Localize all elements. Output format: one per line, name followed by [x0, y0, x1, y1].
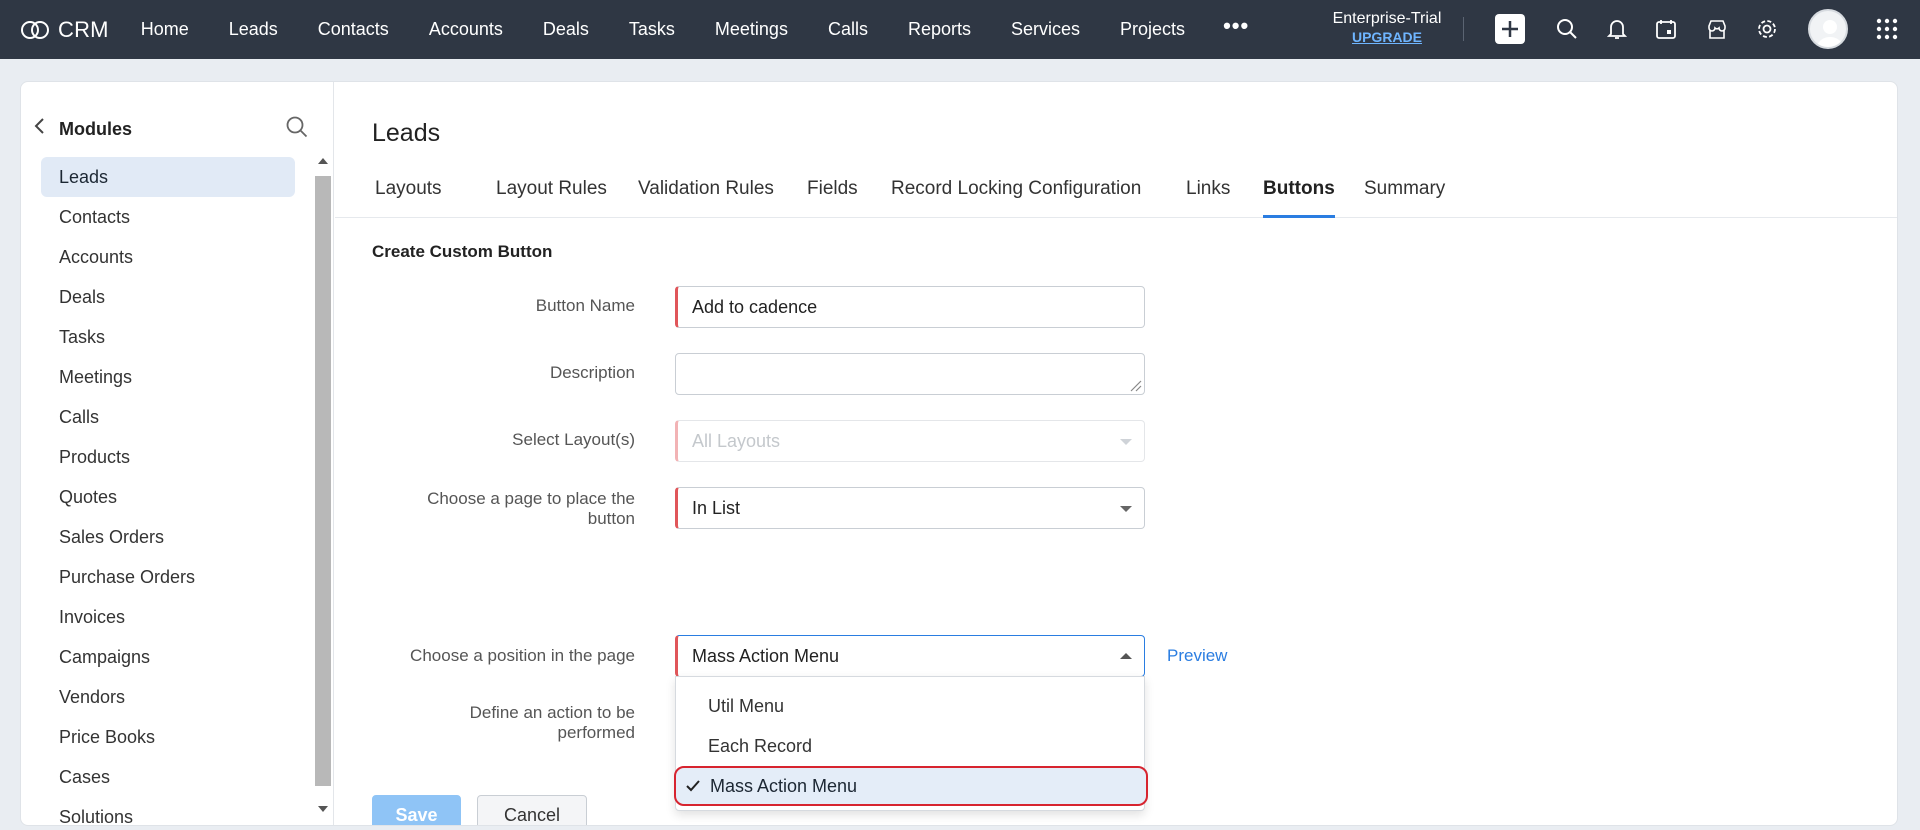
tab-buttons[interactable]: Buttons	[1263, 176, 1335, 218]
tab-links[interactable]: Links	[1186, 176, 1230, 218]
preview-link[interactable]: Preview	[1167, 646, 1227, 666]
sidebar-scrollbar[interactable]	[315, 158, 331, 818]
nav-leads[interactable]: Leads	[209, 0, 298, 59]
apps-grid-icon[interactable]	[1872, 14, 1902, 44]
crm-logo[interactable]: CRM	[20, 17, 109, 43]
sidebar-item-vendors[interactable]: Vendors	[41, 677, 295, 717]
crm-logo-text: CRM	[58, 16, 109, 42]
action-label-line2: performed	[557, 723, 635, 742]
chevron-down-icon	[1120, 506, 1132, 512]
action-label-line1: Define an action to be	[469, 703, 635, 722]
scroll-down-arrow-icon[interactable]	[318, 806, 328, 812]
sidebar-item-products[interactable]: Products	[41, 437, 295, 477]
sidebar-item-sales-orders[interactable]: Sales Orders	[41, 517, 295, 557]
section-title: Create Custom Button	[372, 242, 553, 261]
description-textarea[interactable]	[675, 353, 1145, 395]
module-list: Leads Contacts Accounts Deals Tasks Meet…	[41, 157, 295, 825]
page-title: Leads	[372, 119, 441, 147]
trial-info: Enterprise-Trial UPGRADE	[1322, 10, 1452, 46]
action-label: Define an action to be performed	[335, 703, 635, 743]
plus-icon[interactable]	[1495, 14, 1525, 44]
topbar-divider	[1463, 17, 1464, 41]
page-placement-label: Choose a page to place the button	[335, 489, 635, 529]
sidebar-item-contacts[interactable]: Contacts	[41, 197, 295, 237]
upgrade-link[interactable]: UPGRADE	[1322, 28, 1452, 46]
page-placement-label-line1: Choose a page to place the	[427, 489, 635, 508]
dropdown-option-util-menu[interactable]: Util Menu	[676, 686, 1144, 726]
search-icon[interactable]	[1552, 14, 1582, 44]
page-placement-dropdown[interactable]: In List	[675, 487, 1145, 529]
sidebar-item-solutions[interactable]: Solutions	[41, 797, 295, 825]
sidebar-item-deals[interactable]: Deals	[41, 277, 295, 317]
resize-handle-icon[interactable]	[1128, 378, 1142, 392]
select-layouts-value: All Layouts	[692, 431, 781, 451]
nav-meetings[interactable]: Meetings	[695, 0, 808, 59]
nav-projects[interactable]: Projects	[1100, 0, 1205, 59]
chevron-left-icon[interactable]	[33, 117, 47, 140]
chevron-up-icon	[1120, 653, 1132, 659]
sidebar-item-quotes[interactable]: Quotes	[41, 477, 295, 517]
sidebar-item-leads[interactable]: Leads	[41, 157, 295, 197]
scroll-up-arrow-icon[interactable]	[318, 158, 328, 164]
sidebar-item-cases[interactable]: Cases	[41, 757, 295, 797]
sidebar-item-calls[interactable]: Calls	[41, 397, 295, 437]
nav-tasks[interactable]: Tasks	[609, 0, 695, 59]
select-layouts-dropdown: All Layouts	[675, 420, 1145, 462]
checkmark-icon	[686, 768, 700, 816]
search-icon[interactable]	[285, 115, 309, 144]
nav-reports[interactable]: Reports	[888, 0, 991, 59]
settings-tabs: Layouts Layout Rules Validation Rules Fi…	[335, 176, 1897, 218]
nav-calls[interactable]: Calls	[808, 0, 888, 59]
sidebar-item-tasks[interactable]: Tasks	[41, 317, 295, 357]
scrollbar-thumb[interactable]	[315, 176, 331, 786]
position-label: Choose a position in the page	[410, 646, 635, 665]
cancel-button[interactable]: Cancel	[477, 795, 587, 825]
dropdown-option-mass-action-menu[interactable]: Mass Action Menu	[674, 766, 1148, 806]
sidebar-item-price-books[interactable]: Price Books	[41, 717, 295, 757]
description-label: Description	[549, 363, 635, 382]
button-name-input[interactable]: Add to cadence	[675, 286, 1145, 328]
sidebar-item-accounts[interactable]: Accounts	[41, 237, 295, 277]
page-placement-value: In List	[692, 498, 741, 518]
tab-layouts[interactable]: Layouts	[375, 176, 442, 218]
nav-accounts[interactable]: Accounts	[409, 0, 523, 59]
marketplace-icon[interactable]	[1702, 14, 1732, 44]
modules-sidebar: Modules Leads Contacts Accounts Deals Ta…	[21, 82, 334, 825]
nav-contacts[interactable]: Contacts	[298, 0, 409, 59]
main-panel: Leads Layouts Layout Rules Validation Ru…	[335, 82, 1897, 825]
main-nav: Home Leads Contacts Accounts Deals Tasks…	[121, 0, 1267, 59]
button-name-label: Button Name	[535, 296, 635, 315]
tab-summary[interactable]: Summary	[1364, 176, 1445, 218]
dropdown-option-label: Mass Action Menu	[710, 776, 858, 796]
tab-validation-rules[interactable]: Validation Rules	[638, 176, 774, 218]
tab-record-locking-configuration[interactable]: Record Locking Configuration	[891, 176, 1141, 218]
sidebar-title: Modules	[59, 119, 133, 139]
nav-home[interactable]: Home	[121, 0, 209, 59]
trial-plan-name: Enterprise-Trial	[1332, 10, 1442, 27]
dropdown-option-each-record[interactable]: Each Record	[676, 726, 1144, 766]
settings-card: Modules Leads Contacts Accounts Deals Ta…	[20, 81, 1898, 826]
nav-deals[interactable]: Deals	[523, 0, 609, 59]
sidebar-item-invoices[interactable]: Invoices	[41, 597, 295, 637]
calendar-icon[interactable]	[1651, 14, 1681, 44]
tab-fields[interactable]: Fields	[807, 176, 858, 218]
nav-more-button[interactable]: •••	[1205, 0, 1267, 59]
bell-icon[interactable]	[1602, 14, 1632, 44]
crm-logo-icon	[21, 20, 49, 39]
save-button[interactable]: Save	[372, 795, 461, 825]
top-navigation-bar: CRM Home Leads Contacts Accounts Deals T…	[0, 0, 1920, 59]
nav-services[interactable]: Services	[991, 0, 1100, 59]
page-placement-label-line2: button	[587, 509, 635, 528]
avatar[interactable]	[1808, 9, 1848, 49]
position-dropdown-menu: Util Menu Each Record Mass Action Menu	[674, 676, 1148, 811]
position-dropdown[interactable]: Mass Action Menu	[675, 635, 1145, 677]
select-layouts-label: Select Layout(s)	[512, 430, 635, 449]
chevron-down-icon	[1120, 439, 1132, 445]
position-value: Mass Action Menu	[692, 646, 840, 666]
sidebar-item-campaigns[interactable]: Campaigns	[41, 637, 295, 677]
gear-icon[interactable]	[1752, 14, 1782, 44]
tab-layout-rules[interactable]: Layout Rules	[496, 176, 607, 218]
sidebar-item-meetings[interactable]: Meetings	[41, 357, 295, 397]
sidebar-item-purchase-orders[interactable]: Purchase Orders	[41, 557, 295, 597]
